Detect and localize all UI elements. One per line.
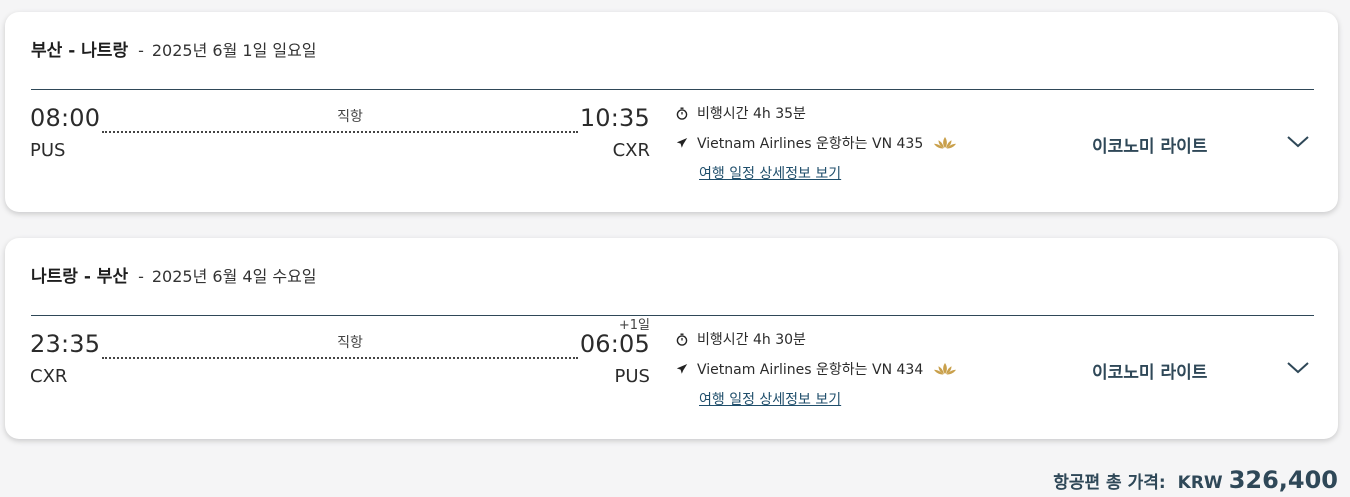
stopwatch-icon (675, 332, 689, 346)
itinerary-details-link[interactable]: 여행 일정 상세정보 보기 (699, 389, 841, 409)
operator-row: Vietnam Airlines 운항하는 VN 435 (675, 133, 1015, 153)
flight-date: 2025년 6월 4일 수요일 (151, 267, 317, 286)
chevron-down-icon[interactable] (1285, 358, 1311, 378)
flight-details: 비행시간 4h 35분 Vietnam Airlines 운항하는 VN 435… (675, 103, 1015, 183)
plane-icon (675, 362, 689, 376)
flight-header: 부산 - 나트랑 - 2025년 6월 1일 일요일 (31, 36, 317, 61)
arrival-airport-code: PUS (614, 366, 650, 387)
flight-date: 2025년 6월 1일 일요일 (151, 41, 317, 60)
flight-path-line (102, 357, 578, 359)
operator-row: Vietnam Airlines 운항하는 VN 434 (675, 359, 1015, 379)
flight-card-outbound: 부산 - 나트랑 - 2025년 6월 1일 일요일 08:00 PUS 직항 … (5, 12, 1338, 212)
arrival-airport-code: CXR (612, 140, 650, 161)
header-separator: - (138, 267, 144, 286)
arrival-time: 10:35 (579, 104, 650, 132)
total-amount: 326,400 (1228, 466, 1338, 494)
plane-icon (675, 136, 689, 150)
itinerary-details-link[interactable]: 여행 일정 상세정보 보기 (699, 163, 841, 183)
total-price-label: 항공편 총 가격: (1053, 473, 1166, 493)
currency-code: KRW (1177, 473, 1223, 493)
header-separator: - (138, 41, 144, 60)
stops-label: 직항 (337, 109, 363, 125)
flight-segment: 23:35 CXR 직항 +1일 06:05 PUS (30, 318, 650, 398)
duration-row: 비행시간 4h 35분 (675, 103, 1015, 123)
stops-label: 직항 (337, 335, 363, 351)
lotus-logo-icon (933, 136, 957, 150)
chevron-down-icon[interactable] (1285, 132, 1311, 152)
header-divider (31, 89, 1314, 90)
departure-airport-code: CXR (30, 366, 68, 387)
flight-duration: 비행시간 4h 35분 (697, 106, 806, 122)
total-price: 항공편 총 가격: KRW 326,400 (1053, 466, 1338, 494)
cabin-class: 이코노미 라이트 (1092, 363, 1208, 383)
cabin-class: 이코노미 라이트 (1092, 137, 1208, 157)
header-divider (31, 315, 1314, 316)
duration-row: 비행시간 4h 30분 (675, 329, 1015, 349)
stopwatch-icon (675, 106, 689, 120)
flight-header: 나트랑 - 부산 - 2025년 6월 4일 수요일 (31, 262, 317, 287)
route-title: 부산 - 나트랑 (31, 41, 129, 61)
flight-segment: 08:00 PUS 직항 10:35 CXR (30, 102, 650, 172)
operator-info: Vietnam Airlines 운항하는 VN 434 (697, 362, 924, 378)
flight-duration: 비행시간 4h 30분 (697, 332, 806, 348)
lotus-logo-icon (933, 362, 957, 376)
arrival-time: 06:05 (579, 330, 650, 358)
operator-info: Vietnam Airlines 운항하는 VN 435 (697, 136, 924, 152)
departure-airport-code: PUS (30, 140, 66, 161)
route-title: 나트랑 - 부산 (31, 267, 129, 287)
flight-card-return: 나트랑 - 부산 - 2025년 6월 4일 수요일 23:35 CXR 직항 … (5, 238, 1338, 439)
flight-details: 비행시간 4h 30분 Vietnam Airlines 운항하는 VN 434… (675, 329, 1015, 409)
flight-path-line (102, 131, 578, 133)
